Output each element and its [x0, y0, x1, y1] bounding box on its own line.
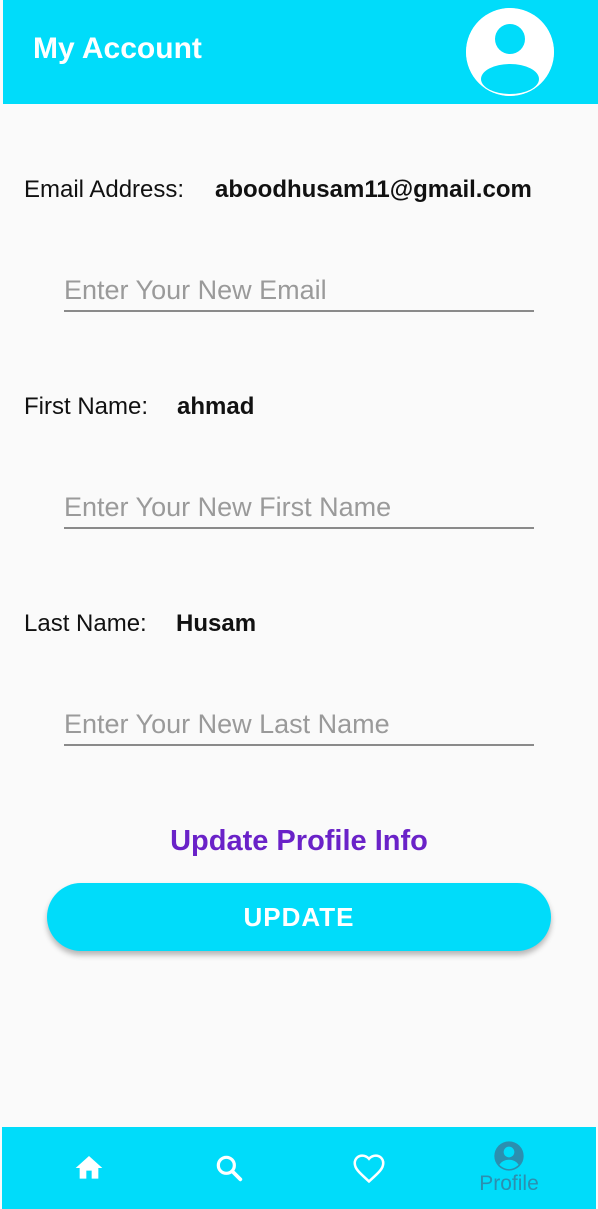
new-email-input[interactable] [64, 275, 534, 306]
account-circle-icon [466, 8, 554, 96]
nav-item-favorites[interactable] [299, 1127, 439, 1209]
last-name-label: Last Name: [24, 610, 147, 637]
first-name-value: ahmad [177, 393, 255, 420]
email-label: Email Address: [24, 176, 185, 203]
update-profile-title: Update Profile Info [170, 825, 428, 857]
new-email-field-wrapper [64, 260, 534, 312]
first-name-label: First Name: [24, 393, 149, 420]
search-icon [216, 1155, 243, 1182]
new-last-name-input[interactable] [64, 709, 534, 740]
new-last-name-field-wrapper [64, 694, 534, 746]
nav-label-profile: Profile [479, 1172, 539, 1195]
my-account-screen: My Account Email Address: aboodhusam11@g… [0, 0, 598, 1209]
nav-item-search[interactable] [159, 1127, 299, 1209]
page-title: My Account [33, 32, 202, 65]
last-name-value: Husam [176, 610, 257, 637]
new-first-name-field-wrapper [64, 477, 534, 529]
nav-item-profile[interactable]: Profile [439, 1127, 579, 1209]
update-button[interactable]: UPDATE [47, 883, 551, 951]
new-first-name-input[interactable] [64, 492, 534, 523]
profile-icon [494, 1141, 524, 1171]
heart-icon [353, 1154, 385, 1184]
bottom-navigation: Profile [2, 1127, 596, 1209]
home-icon [75, 1156, 103, 1179]
nav-item-home[interactable] [19, 1127, 159, 1209]
app-bar: My Account [3, 0, 598, 104]
account-avatar-button[interactable] [466, 8, 554, 96]
email-value: aboodhusam11@gmail.com [215, 176, 532, 203]
